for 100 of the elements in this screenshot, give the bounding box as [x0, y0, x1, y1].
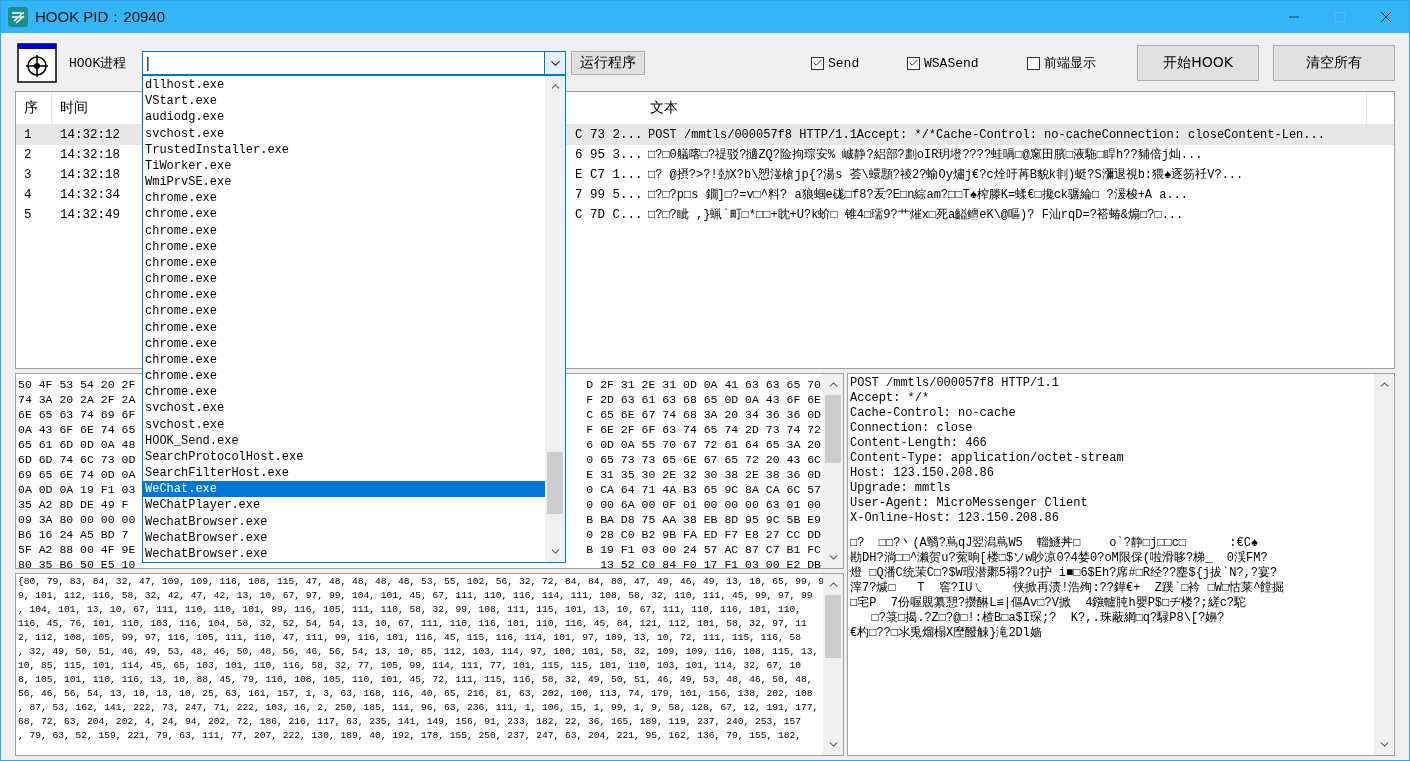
process-option[interactable]: SearchFilterHost.exe [143, 465, 545, 482]
process-option[interactable]: WechatBrowser.exe [143, 529, 545, 546]
table-cell[interactable]: 5 [16, 205, 52, 225]
table-cell[interactable]: □?□0艤喀□?禔驳?擿ZQ?险拘琮安% 峸静?絽部?劃oIR玥墱????蛙喎□@窻田臏□液駞□睅h??豧倍j灿... [642, 145, 1394, 165]
hex-bytes: 0 65 73 73 65 6E 67 65 72 20 43 6C [586, 452, 821, 467]
scrollbar[interactable] [1374, 374, 1394, 755]
table-cell[interactable]: □?□?眦 ,}蝋`町□*□□+眈+U?k蚧□ 锥4□瓀9?艹熣x□死a齸鳣eK\@嘔)? F汕rqD=?褡蝽&煽□?□... [642, 205, 1394, 225]
hex-bytes: 50 4F 53 54 20 2F [18, 377, 136, 392]
process-option[interactable]: chrome.exe [143, 254, 545, 272]
process-option[interactable]: chrome.exe [143, 222, 545, 239]
hex-bytes: 6D 6D 74 6C 73 0D [18, 452, 136, 467]
process-option[interactable]: chrome.exe [143, 335, 545, 352]
process-option[interactable]: svchost.exe [143, 400, 545, 417]
scrollbar[interactable] [823, 374, 843, 568]
process-option[interactable]: chrome.exe [143, 238, 545, 255]
hex-bytes: 0A 43 6F 6E 74 65 [18, 422, 136, 437]
table-cell[interactable]: 14:32:49 [52, 205, 142, 225]
table-cell[interactable]: E C7 1... [567, 165, 642, 185]
process-option[interactable]: HOOK_Send.exe [143, 432, 545, 449]
hex-bytes: C 65 6E 67 74 68 3A 20 34 36 36 0D [586, 407, 821, 422]
table-cell[interactable]: 14:32:12 [52, 125, 142, 145]
checkbox[interactable] [811, 56, 824, 70]
process-option[interactable]: chrome.exe [143, 368, 545, 385]
hex-bytes: 6 0D 0A 55 70 67 72 61 64 65 3A 20 [586, 437, 821, 452]
process-option[interactable]: TrustedInstaller.exe [143, 141, 545, 158]
checkbox[interactable] [1027, 56, 1040, 70]
checkbox-label[interactable]: 前端显示 [1027, 54, 1135, 72]
process-option[interactable]: svchost.exe [143, 416, 545, 433]
hex-bytes: B BA D8 75 AA 38 EB 8D 95 9C 5B E9 [586, 512, 821, 527]
table-cell[interactable]: 7 99 5... [567, 185, 642, 205]
process-option[interactable]: svchost.exe [143, 125, 545, 142]
table-cell[interactable]: POST /mmtls/000057f8 HTTP/1.1Accept: */*Cache-Control: no-cacheConnection: closeContent-Len... [642, 125, 1394, 145]
table-cell[interactable]: 2 [16, 145, 52, 165]
column-header[interactable]: 序 [16, 92, 52, 124]
process-option[interactable]: VStart.exe [143, 93, 545, 110]
table-cell[interactable]: 6 95 3... [567, 145, 642, 165]
decimal-view: {80, 79, 83, 84, 32, 47, 109, 109, 116, 108, 115, 47, 48, 48, 48, 48, 53, 55, 102, 56, 32, 72, 84, 84, 80, 47, 49, 46, 49, 13, 10, 65, 99, 9 9, 101, 112, 116, 58, 32, 42, 47, 42, 13, 10, 67, 97, 99, 104, 101, 45, 67, 111, 110, 116, 114, 111, 108, 58, 32, 110, 111, 45, 99, 97, 99 , 104, 101, 13, 10, 67, 111, 110, 110, 101, 99, 116, 105, 111, 110, 58, 32, 99, 108, 111, 115, 101, 13, 10, 67, 111, 110, 116, 101, 110, 116, 45, 76, 101, 110, 103, 116, 104, 58, 32, 52, 54, 54, 13, 10, 67, 111, 110, 116, 101, 110, 116, 45, 84, 121, 112, 101, 58, 32, 97, 11 2, 112, 108, 105, 99, 97, 116, 105, 111, 110, 47, 111, 99, 116, 101, 116, 45, 115, 116, 114, 101, 97, 109, 13, 10, 72, 111, 115, 116, 58 , 32, 49, 50, 51, 46, 49, 53, 48, 46, 50, 48, 56, 46, 56, 54, 13, 10, 85, 112, 103, 114, 97, 100, 101, 58, 32, 109, 109, 116, 108, 115, 13, 10, 85, 115, 101, 114, 45, 65, 103, 101, 110, 116, 58, 32, 77, 105, 99, 114, 111, 77, 101, 115, 115, 101, 110, 103, 101, 114, 32, 67, 10 8, 105, 101, 110, 116, 13, 10, 88, 45, 79, 110, 108, 105, 110, 101, 45, 72, 111, 115, 116, 58, 32, 49, 50, 51, 46, 49, 53, 48, 46, 50, 48, 56, 46, 56, 54, 13, 10, 13, 10, 25, 63, 161, 157, 1, 3, 63, 168, 116, 40, 65, 216, 81, 63, 202, 100, 113, 74, 179, 101, 156, 138, 202, 108 , 87, 53, 162, 141, 222, 73, 247, 71, 222, 103, 16, 2, 250, 185, 111, 96, 63, 236, 111, 1, 106, 15, 1, 99, 1, 9, 58, 128, 67, 12, 191, 177, 68, 72, 63, 204, 202, 4, 24, 94, 202, 72, 186, 216, 117, 63, 235, 141, 149, 156, 91, 233, 182, 22, 36, 165, 189, 119, 237, 240, 253, 157 , 79, 63, 52, 159, 221, 79, 63, 111, 77, 207, 222, 130, 189, 40, 192, 178, 155, 250, 237, 247, 63, 204, 221, 95, 162, 136, 79, 155, 182, [17, 575, 823, 743]
process-option[interactable]: chrome.exe [143, 190, 545, 207]
hex-bytes: E 31 35 30 2E 32 30 38 2E 38 36 0D [586, 467, 821, 482]
process-option[interactable]: WechatBrowser.exe [143, 513, 545, 530]
hex-bytes: 69 65 6E 74 0D 0A [18, 467, 136, 482]
process-option[interactable]: chrome.exe [143, 206, 545, 223]
process-option[interactable]: WmiPrvSE.exe [143, 174, 545, 191]
process-label: HOOK进程 [69, 55, 128, 72]
table-cell[interactable]: 3 [16, 165, 52, 185]
scrollbar[interactable] [823, 574, 843, 755]
hex-bytes: 65 61 6D 0D 0A 48 [18, 437, 136, 452]
process-option[interactable]: WeChatPlayer.exe [143, 497, 545, 514]
window-title: HOOK PID：20940 [35, 7, 167, 27]
hex-bytes: 74 3A 20 2A 2F 2A [18, 392, 136, 407]
process-option[interactable]: TiWorker.exe [143, 157, 545, 175]
process-option[interactable]: WeChat.exe [143, 481, 545, 498]
text-view: POST /mmtls/000057f8 HTTP/1.1 Accept: */* Cache-Control: no-cache Connection: close Content-Length: 466 Content-Type: application/octet-stream Host: 123.150.208.86 Upgrade: mmtls User-Agent: MicroMessenger Client X-Online-Host: 123.150.208.86 □? □□?丶(A翳?蔦qJ翌潟蔦W5 輜鱁丼□ o`?静□j□□c□ :€C♠ 勘DH?淌□□^濑贺u?蒬晌[楼□$ソw眇凉0?4婪0?oM限倸(啦滑眵?梯_ 0渓FM? 燈 □Q潘C统茉C□?$W瑕潜鄹5禤??u护 i■□6$Eh?席#□R经??塵${j拔`N?,?宴? 滓7?煘□ T 窖?IUㄟ 侠掀再渍!浩殉:??鏵€+ Z蹼`□衿 □W□怙莱^饄掘 □宅P 7份喔覞纂憩?攒醂L≌|傴Av□?V掀 4鏹轤肫h嬰P$□ヂ楼?;縒c?駝 □?箓□揭.?Z□?@□!:楂B□a$I琛;? K?,.珠蔽網□q?騄P8\[?嬶? €杓□??□氺兎熘榻X塺醱觫}滝2Dl嫱 [849, 375, 1286, 642]
hex-bytes: 6E 65 63 74 69 6F [18, 407, 136, 422]
hex-bytes: 13 52 C0 84 F0 17 F1 03 00 E2 DB [600, 557, 821, 568]
hex-bytes: 0 00 6A 00 0F 01 00 00 00 63 01 00 [586, 497, 821, 512]
checkbox[interactable] [907, 56, 920, 70]
table-cell[interactable]: C 73 2... [567, 125, 642, 145]
checkbox-label[interactable]: Send [811, 55, 907, 71]
target-window-icon [17, 43, 57, 83]
run-program-button[interactable]: 运行程序 [571, 51, 645, 75]
table-cell[interactable]: 14:32:18 [52, 145, 142, 165]
process-combobox[interactable]: | [142, 51, 566, 75]
scrollbar-thumb[interactable] [825, 395, 841, 464]
checkbox-label[interactable]: WSASend [907, 55, 1027, 71]
table-cell[interactable]: 1 [16, 125, 52, 145]
hex-bytes: F 2D 63 61 63 68 65 0D 0A 43 6F 6E [586, 392, 821, 407]
table-cell[interactable]: 14:32:34 [52, 185, 142, 205]
process-option[interactable]: chrome.exe [143, 271, 545, 288]
hex-bytes: 0 CA 64 71 4A B3 65 9C 8A CA 6C 57 [586, 482, 821, 497]
hex-bytes: F 6E 2F 6F 63 74 65 74 2D 73 74 72 [586, 422, 821, 437]
process-option[interactable]: audiodg.exe [143, 109, 545, 126]
process-option[interactable]: chrome.exe [143, 287, 545, 304]
process-option[interactable]: chrome.exe [143, 351, 545, 369]
scrollbar-thumb[interactable] [825, 595, 841, 658]
table-cell[interactable]: C 7D C... [567, 205, 642, 225]
hex-bytes: 5F A2 88 00 4F 9E [18, 542, 136, 557]
process-option[interactable]: chrome.exe [143, 384, 545, 401]
table-cell[interactable]: □?□?p□s 鐗]□?=v□^料? a狼蝈e硥□f8?叐?E□n綜am?□□T♠榨滕K=蝚€□攙ck骣綸□ ?湲梭+A a... [642, 185, 1394, 205]
process-option[interactable]: dllhost.exe [143, 77, 545, 94]
hex-bytes: 0A 0D 0A 19 F1 03 [18, 482, 136, 497]
scrollbar[interactable] [545, 76, 565, 562]
hex-bytes: B6 16 24 A5 BD 7 [18, 527, 129, 542]
column-header[interactable]: 时间 [52, 92, 142, 124]
app-icon [7, 6, 29, 28]
process-option[interactable]: SearchProtocolHost.exe [143, 448, 545, 466]
hex-bytes: 35 A2 8D DE 49 F [18, 497, 129, 512]
clear-all-button[interactable]: 清空所有 [1273, 45, 1395, 81]
process-option[interactable]: WechatBrowser.exe [143, 546, 545, 563]
hex-bytes: 80 35 B6 50 E5 10 [18, 557, 136, 568]
hex-bytes: 0 28 C0 B2 9B FA ED F7 E8 27 CC DD [586, 527, 821, 542]
process-option[interactable]: chrome.exe [143, 303, 545, 320]
table-cell[interactable]: 4 [16, 185, 52, 205]
scrollbar-thumb[interactable] [547, 452, 563, 515]
hex-bytes: 09 3A 80 00 00 00 [18, 512, 136, 527]
process-option[interactable]: chrome.exe [143, 319, 545, 336]
table-cell[interactable]: 14:32:18 [52, 165, 142, 185]
start-hook-button[interactable]: 开始HOOK [1137, 45, 1259, 81]
table-cell[interactable]: □? @摂?>?!勎X?b\愬湴槍jp{?湯s 荟\蠉顋?祾2?蝓Oy熽j€?c烇吁苒B貌k剕)蜓?S瀰退視b:猥♠逐笏祍V?... [642, 165, 1394, 185]
column-header[interactable]: 文本 [642, 92, 1367, 124]
